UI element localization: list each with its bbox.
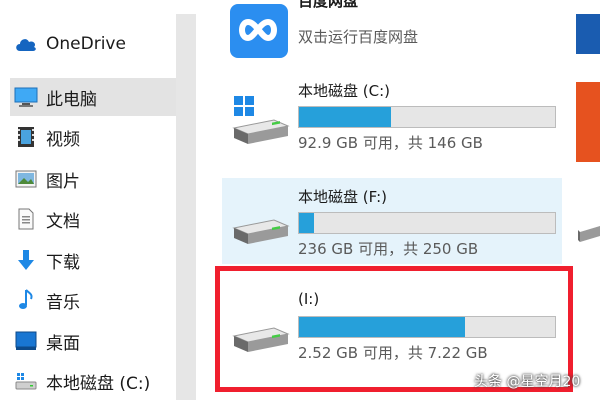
app-title: 百度网盘 <box>298 0 359 10</box>
document-icon <box>14 207 38 231</box>
drive-usage-bar <box>298 212 556 234</box>
app-subtitle: 双击运行百度网盘 <box>298 28 419 46</box>
drive-name: 本地磁盘 (F:) <box>298 188 387 206</box>
nav-item-pictures[interactable]: 图片 <box>14 160 174 198</box>
nav-item-label: 图片 <box>46 171 80 192</box>
drive-usage-fill <box>299 213 315 233</box>
app-tile-baidu-netdisk[interactable]: 百度网盘 双击运行百度网盘 <box>222 0 562 68</box>
nav-item-label: 桌面 <box>46 333 80 354</box>
drive-tile-c[interactable]: 本地磁盘 (C:) 92.9 GB 可用，共 146 GB <box>222 72 562 158</box>
watermark: 头条 @星空月20 <box>474 374 581 390</box>
partial-app-tile <box>576 82 600 162</box>
nav-item-this-pc[interactable]: 此电脑 <box>10 78 176 116</box>
navigation-scrollbar[interactable] <box>176 14 196 400</box>
drive-capacity-text: 92.9 GB 可用，共 146 GB <box>298 134 483 152</box>
nav-item-label: 音乐 <box>46 292 80 313</box>
drive-capacity-text: 236 GB 可用，共 250 GB <box>298 240 479 258</box>
nav-item-downloads[interactable]: 下载 <box>14 241 174 279</box>
partial-app-tile <box>576 14 600 54</box>
nav-item-label: 此电脑 <box>46 89 97 110</box>
download-arrow-icon <box>14 248 38 272</box>
nav-item-documents[interactable]: 文档 <box>14 200 174 238</box>
drive-usage-fill <box>299 107 392 127</box>
drive-name: 本地磁盘 (C:) <box>298 82 390 100</box>
nav-item-desktop[interactable]: 桌面 <box>14 322 174 360</box>
nav-item-music[interactable]: 音乐 <box>14 281 174 319</box>
drive-icon <box>14 369 38 393</box>
music-note-icon <box>14 288 38 312</box>
video-icon <box>14 125 38 149</box>
nav-item-label: 下载 <box>46 252 80 273</box>
nav-item-label: 文档 <box>46 211 80 232</box>
drive-usage-bar <box>298 106 556 128</box>
nav-item-label: 视频 <box>46 129 80 150</box>
hdd-icon <box>230 216 290 252</box>
drive-tile-f[interactable]: 本地磁盘 (F:) 236 GB 可用，共 250 GB <box>222 178 562 264</box>
navigation-pane: OneDrive 此电脑 视频 图片 文档 下载 音乐 桌面 本地磁盘 (C:) <box>0 0 196 400</box>
nav-item-local-disk-c[interactable]: 本地磁盘 (C:) <box>14 362 174 400</box>
hdd-icon <box>578 222 600 252</box>
baidu-netdisk-icon <box>230 4 288 62</box>
app-title-clipped: 百度网盘 <box>298 0 388 14</box>
nav-item-onedrive[interactable]: OneDrive <box>14 25 174 63</box>
windows-drive-icon <box>230 96 290 152</box>
nav-item-label: 本地磁盘 (C:) <box>46 373 151 394</box>
cloud-icon <box>14 32 38 56</box>
nav-item-videos[interactable]: 视频 <box>14 118 174 156</box>
picture-icon <box>14 167 38 191</box>
desktop-icon <box>14 329 38 353</box>
computer-icon <box>14 85 38 109</box>
nav-item-label: OneDrive <box>46 34 126 54</box>
